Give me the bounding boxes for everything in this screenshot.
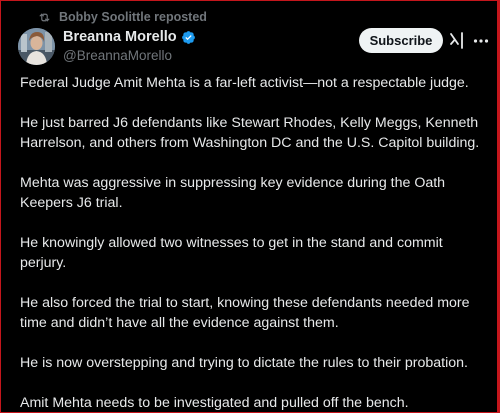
- post-paragraph: He is now overstepping and trying to dic…: [20, 355, 468, 371]
- verified-badge-icon[interactable]: [181, 30, 196, 45]
- subscribe-button[interactable]: Subscribe: [359, 28, 443, 53]
- author-handle[interactable]: @BreannaMorello: [63, 48, 196, 63]
- author-info: Breanna Morello @BreannaMorello: [63, 28, 196, 63]
- grok-icon[interactable]: [447, 31, 467, 51]
- post-paragraph: Amit Mehta needs to be investigated and …: [20, 395, 409, 411]
- avatar[interactable]: [18, 28, 55, 65]
- repost-icon: [38, 11, 51, 24]
- repost-text: Bobby Soolittle reposted: [59, 10, 207, 24]
- post-paragraph: He also forced the trial to start, knowi…: [20, 295, 470, 331]
- repost-indicator[interactable]: Bobby Soolittle reposted: [38, 9, 207, 25]
- post-text: Federal Judge Amit Mehta is a far-left a…: [20, 73, 490, 412]
- post-paragraph: Federal Judge Amit Mehta is a far-left a…: [20, 75, 469, 91]
- post-paragraph: Mehta was aggressive in suppressing key …: [20, 175, 446, 211]
- post-paragraph: He just barred J6 defendants like Stewar…: [20, 115, 480, 151]
- post-paragraph: He knowingly allowed two witnesses to ge…: [20, 235, 443, 271]
- post-card: Bobby Soolittle reposted Breanna Morello…: [0, 0, 500, 413]
- more-options-icon[interactable]: [472, 32, 490, 50]
- author-display-name[interactable]: Breanna Morello: [63, 29, 177, 45]
